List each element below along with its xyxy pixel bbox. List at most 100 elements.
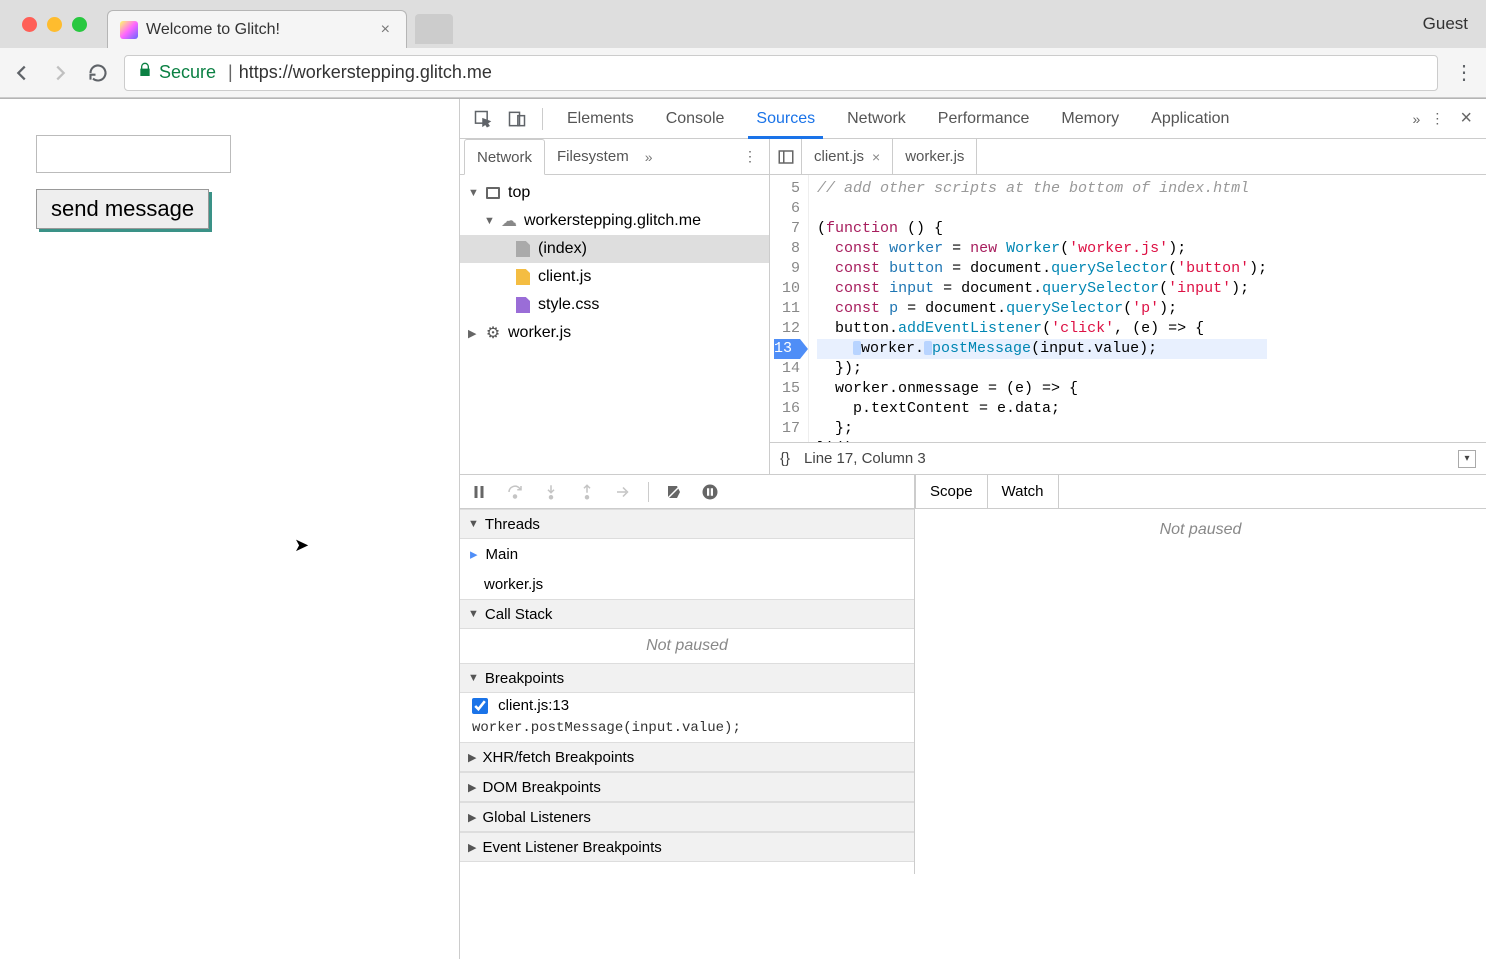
breakpoint-label: client.js:13 [498, 697, 569, 714]
url-separator: | [228, 62, 233, 83]
page-viewport: send message [0, 99, 460, 959]
devtools-menu-icon[interactable]: ⋮ [1430, 110, 1444, 127]
deactivate-breakpoints-button[interactable] [663, 481, 685, 503]
file-tree: ▼ top ▼☁ workerstepping.glitch.me (index… [460, 175, 769, 474]
editor-tabs: client.js × worker.js [770, 139, 1486, 175]
inspect-element-icon[interactable] [468, 104, 498, 134]
nav-menu-icon[interactable]: ⋮ [735, 148, 765, 165]
thread-main[interactable]: ▸Main [460, 539, 914, 569]
step-button[interactable] [612, 481, 634, 503]
editor-tab-label: worker.js [905, 148, 964, 165]
sources-navigator: Network Filesystem » ⋮ ▼ top ▼☁ workerst… [460, 139, 770, 474]
tree-label: worker.js [508, 324, 571, 342]
tab-application[interactable]: Application [1137, 99, 1243, 139]
address-bar[interactable]: Secure | https://workerstepping.glitch.m… [124, 55, 1438, 91]
minimize-window-button[interactable] [47, 17, 62, 32]
send-message-button[interactable]: send message [36, 189, 209, 229]
sources-editor: client.js × worker.js 567891011121314151… [770, 139, 1486, 474]
callstack-placeholder: Not paused [460, 629, 914, 663]
breakpoint-code: worker.postMessage(input.value); [460, 718, 914, 742]
xhr-breakpoints-header[interactable]: ▶XHR/fetch Breakpoints [460, 742, 914, 772]
devtools-panel: Elements Console Sources Network Perform… [460, 99, 1486, 959]
close-devtools-icon[interactable]: × [1454, 107, 1478, 130]
event-listener-breakpoints-header[interactable]: ▶Event Listener Breakpoints [460, 832, 914, 862]
nav-tab-network[interactable]: Network [464, 139, 545, 175]
sources-panel: Network Filesystem » ⋮ ▼ top ▼☁ workerst… [460, 139, 1486, 474]
window-controls [8, 0, 101, 48]
reload-button[interactable] [86, 61, 110, 85]
back-button[interactable] [10, 61, 34, 85]
nav-more-icon[interactable]: » [645, 149, 653, 165]
pause-on-exceptions-button[interactable] [699, 481, 721, 503]
url-text: https://workerstepping.glitch.me [239, 62, 492, 83]
step-into-button[interactable] [540, 481, 562, 503]
close-tab-icon[interactable]: × [377, 21, 394, 39]
browser-tab[interactable]: Welcome to Glitch! × [107, 10, 407, 48]
tab-title: Welcome to Glitch! [146, 21, 377, 39]
devtools-tabbar: Elements Console Sources Network Perform… [460, 99, 1486, 139]
callstack-header[interactable]: ▼Call Stack [460, 599, 914, 629]
debugger-toolbar [460, 475, 914, 509]
dom-breakpoints-header[interactable]: ▶DOM Breakpoints [460, 772, 914, 802]
nav-tab-filesystem[interactable]: Filesystem [545, 139, 641, 175]
editor-tab-label: client.js [814, 148, 864, 165]
step-over-button[interactable] [504, 481, 526, 503]
tree-frame-top[interactable]: ▼ top [460, 179, 769, 207]
scope-tab-watch[interactable]: Watch [988, 475, 1059, 509]
editor-tab-clientjs[interactable]: client.js × [802, 138, 893, 174]
tree-worker[interactable]: ▶⚙ worker.js [460, 319, 769, 347]
close-window-button[interactable] [22, 17, 37, 32]
tree-label: (index) [538, 240, 587, 258]
secure-label: Secure [159, 62, 216, 83]
tab-elements[interactable]: Elements [553, 99, 648, 139]
toggle-navigator-icon[interactable] [770, 139, 802, 175]
editor-status-bar: {} Line 17, Column 3 ▾ [770, 442, 1486, 474]
maximize-window-button[interactable] [72, 17, 87, 32]
code-editor[interactable]: 56789101112131415161718 // add other scr… [770, 175, 1486, 442]
tab-performance[interactable]: Performance [924, 99, 1044, 139]
more-tabs-icon[interactable]: » [1413, 111, 1421, 127]
code-content[interactable]: // add other scripts at the bottom of in… [809, 175, 1275, 442]
forward-button[interactable] [48, 61, 72, 85]
gear-icon: ⚙ [484, 324, 502, 342]
coverage-icon[interactable]: ▾ [1458, 450, 1476, 468]
message-input[interactable] [36, 135, 231, 173]
line-gutter[interactable]: 56789101112131415161718 [770, 175, 809, 442]
scope-placeholder: Not paused [915, 509, 1486, 874]
threads-header[interactable]: ▼Threads [460, 509, 914, 539]
tab-network[interactable]: Network [833, 99, 920, 139]
tab-sources[interactable]: Sources [742, 99, 829, 139]
scope-tab-scope[interactable]: Scope [915, 474, 988, 508]
debugger-pane: ▼Threads ▸Main worker.js ▼Call Stack Not… [460, 474, 1486, 874]
scope-panel: Scope Watch Not paused [915, 475, 1486, 874]
browser-toolbar: Secure | https://workerstepping.glitch.m… [0, 48, 1486, 98]
navigator-tabs: Network Filesystem » ⋮ [460, 139, 769, 175]
pause-button[interactable] [468, 481, 490, 503]
tree-file-stylecss[interactable]: style.css [460, 291, 769, 319]
profile-label[interactable]: Guest [1423, 14, 1468, 34]
cursor-position: Line 17, Column 3 [804, 450, 926, 467]
breakpoint-checkbox[interactable] [472, 698, 488, 714]
close-icon[interactable]: × [872, 149, 880, 165]
tree-label: top [508, 184, 530, 202]
global-listeners-header[interactable]: ▶Global Listeners [460, 802, 914, 832]
device-toolbar-icon[interactable] [502, 104, 532, 134]
tree-file-index[interactable]: (index) [460, 235, 769, 263]
breakpoints-header[interactable]: ▼Breakpoints [460, 663, 914, 693]
tab-console[interactable]: Console [652, 99, 739, 139]
browser-chrome: Welcome to Glitch! × Guest Secure | http… [0, 0, 1486, 99]
tree-file-clientjs[interactable]: client.js [460, 263, 769, 291]
step-out-button[interactable] [576, 481, 598, 503]
browser-menu-button[interactable]: ⋮ [1452, 60, 1476, 85]
tree-domain[interactable]: ▼☁ workerstepping.glitch.me [460, 207, 769, 235]
editor-tab-workerjs[interactable]: worker.js [893, 139, 977, 175]
favicon-icon [120, 21, 138, 39]
tree-label: workerstepping.glitch.me [524, 212, 701, 230]
tree-label: style.css [538, 296, 599, 314]
pretty-print-icon[interactable]: {} [780, 450, 790, 467]
tab-memory[interactable]: Memory [1047, 99, 1133, 139]
cloud-icon: ☁ [500, 212, 518, 230]
new-tab-button[interactable] [415, 14, 453, 44]
breakpoint-item[interactable]: client.js:13 [460, 693, 914, 718]
thread-worker[interactable]: worker.js [460, 569, 914, 599]
